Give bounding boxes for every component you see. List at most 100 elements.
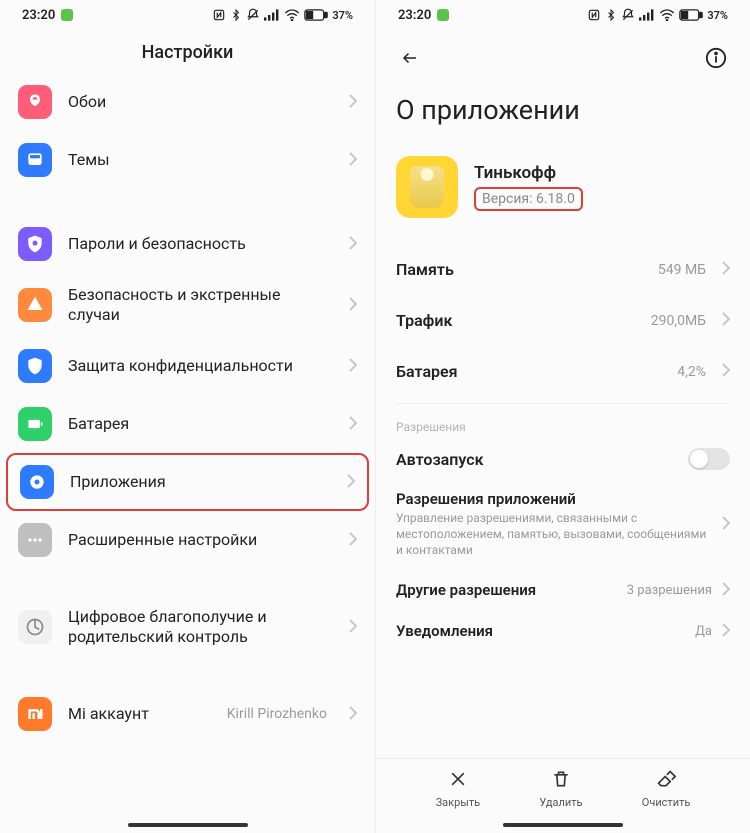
trash-icon <box>551 769 571 792</box>
chevron-right-icon <box>349 93 357 112</box>
status-time: 23:20 <box>398 8 431 23</box>
eraser-icon <box>656 769 676 792</box>
nfc-icon <box>587 8 601 22</box>
chevron-right-icon <box>349 415 357 434</box>
settings-item-label: Цифровое благополучие и родительский кон… <box>68 607 327 647</box>
value: 4,2% <box>677 364 706 380</box>
chevron-right-icon <box>722 311 730 330</box>
wifi-icon <box>659 9 675 21</box>
section-caption-permissions: Разрешения <box>376 414 750 438</box>
settings-item-label: Пароли и безопасность <box>68 234 327 254</box>
title: Уведомления <box>396 622 685 640</box>
autostart-toggle[interactable] <box>688 448 730 470</box>
status-app-indicator <box>61 9 73 21</box>
chevron-right-icon <box>722 260 730 279</box>
settings-item-label: Расширенные настройки <box>68 530 327 550</box>
home-indicator[interactable] <box>128 823 248 827</box>
status-icons: 37% <box>587 8 728 22</box>
item-memory[interactable]: Память 549 МБ <box>376 244 750 295</box>
chevron-right-icon <box>349 296 357 315</box>
apps-icon <box>20 465 54 499</box>
chevron-right-icon <box>347 473 355 492</box>
home-indicator[interactable] <box>503 823 623 827</box>
mute-icon <box>621 8 635 22</box>
nfc-icon <box>212 8 226 22</box>
clear-button[interactable]: Очистить <box>642 769 691 809</box>
value: 290,0МБ <box>651 313 706 329</box>
close-icon <box>448 769 468 792</box>
settings-item-themes[interactable]: Темы <box>0 131 375 189</box>
chevron-right-icon <box>722 362 730 381</box>
app-header-block: Тинькофф Версия: 6.18.0 <box>376 150 750 244</box>
close-button[interactable]: Закрыть <box>436 769 480 809</box>
label: Очистить <box>642 796 691 809</box>
item-app-permissions[interactable]: Разрешения приложений Управление разреше… <box>376 480 750 571</box>
battery-icon <box>304 9 328 21</box>
label: Закрыть <box>436 796 480 809</box>
delete-button[interactable]: Удалить <box>539 769 582 809</box>
bluetooth-icon <box>230 8 242 22</box>
settings-item-label: Обои <box>68 92 327 112</box>
status-bar: 23:20 37% <box>376 0 750 30</box>
label: Трафик <box>396 311 639 330</box>
privacy-icon <box>18 349 52 383</box>
chevron-right-icon <box>722 622 730 641</box>
status-app-indicator <box>437 9 449 21</box>
wifi-icon <box>284 9 300 21</box>
settings-item-emergency[interactable]: Безопасность и экстренные случаи <box>0 273 375 337</box>
status-bar: 23:20 37% <box>0 0 375 30</box>
mute-icon <box>246 8 260 22</box>
chevron-right-icon <box>349 618 357 637</box>
signal-icon <box>264 9 280 21</box>
settings-item-label: Батарея <box>68 414 327 434</box>
value: Да <box>695 624 712 639</box>
more-icon <box>18 523 52 557</box>
chevron-right-icon <box>349 357 357 376</box>
app-info-screen: 23:20 37% О приложении Тинькофф Версия: … <box>375 0 750 833</box>
label: Батарея <box>396 362 665 381</box>
item-autostart[interactable]: Автозапуск <box>376 438 750 480</box>
settings-item-label: Приложения <box>70 472 325 492</box>
chevron-right-icon <box>722 581 730 600</box>
app-info-header <box>376 30 750 78</box>
value: 549 МБ <box>658 262 706 278</box>
item-battery-usage[interactable]: Батарея 4,2% <box>376 346 750 397</box>
status-icons: 37% <box>212 8 353 22</box>
settings-screen: 23:20 37% Настройки Обои Темы <box>0 0 375 833</box>
bluetooth-icon <box>605 8 617 22</box>
app-version: Версия: 6.18.0 <box>474 187 583 211</box>
info-button[interactable] <box>702 44 730 72</box>
settings-item-passwords[interactable]: Пароли и безопасность <box>0 215 375 273</box>
settings-item-apps[interactable]: Приложения <box>6 453 369 511</box>
app-icon <box>396 156 458 218</box>
battery-percent: 37% <box>707 9 728 22</box>
page-title: О приложении <box>376 78 750 150</box>
title: Разрешения приложений <box>396 490 712 508</box>
status-time: 23:20 <box>22 8 55 23</box>
shield-icon <box>18 227 52 261</box>
wallpaper-icon <box>18 85 52 119</box>
battery-icon <box>18 407 52 441</box>
item-other-permissions[interactable]: Другие разрешения 3 разрешения <box>376 571 750 612</box>
bottom-actions: Закрыть Удалить Очистить <box>376 758 750 817</box>
settings-item-wallpaper[interactable]: Обои <box>0 73 375 131</box>
settings-item-privacy[interactable]: Защита конфиденциальности <box>0 337 375 395</box>
label: Память <box>396 260 646 279</box>
settings-item-battery[interactable]: Батарея <box>0 395 375 453</box>
mi-icon <box>18 697 52 731</box>
divider <box>396 403 730 404</box>
settings-item-label: Темы <box>68 150 327 170</box>
back-button[interactable] <box>396 44 424 72</box>
item-notifications[interactable]: Уведомления Да <box>376 612 750 653</box>
emergency-icon <box>18 288 52 322</box>
settings-item-wellbeing[interactable]: Цифровое благополучие и родительский кон… <box>0 595 375 659</box>
chevron-right-icon <box>349 235 357 254</box>
settings-item-mi-account[interactable]: Mi аккаунт Kirill Pirozhenko <box>0 685 375 743</box>
item-traffic[interactable]: Трафик 290,0МБ <box>376 295 750 346</box>
label: Автозапуск <box>396 450 676 469</box>
settings-header: Настройки <box>0 30 375 73</box>
value: 3 разрешения <box>627 583 712 598</box>
settings-item-advanced[interactable]: Расширенные настройки <box>0 511 375 569</box>
wellbeing-icon <box>18 610 52 644</box>
battery-icon <box>679 9 703 21</box>
